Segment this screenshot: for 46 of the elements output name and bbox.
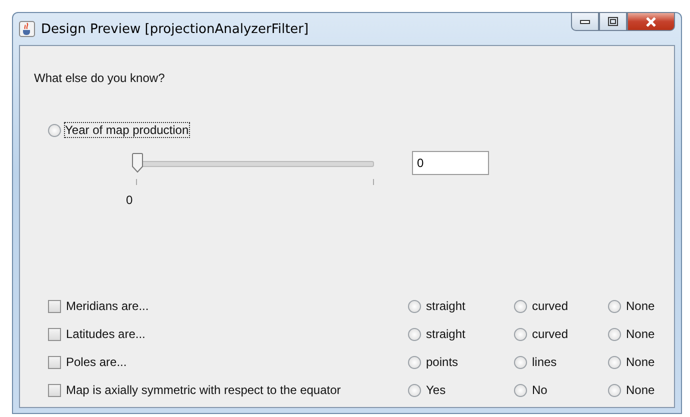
checkbox-label[interactable]: Map is axially symmetric with respect to the equator — [66, 383, 341, 397]
radio-label[interactable]: straight — [426, 327, 466, 341]
close-icon — [645, 16, 657, 26]
radio-button[interactable] — [514, 328, 527, 340]
radio-button[interactable] — [608, 384, 621, 396]
year-field[interactable]: 0 — [412, 151, 489, 175]
tick-label: 0 — [126, 193, 133, 207]
radio-button[interactable] — [408, 300, 421, 312]
question-text: What else do you know? — [34, 71, 165, 85]
checkbox[interactable] — [48, 328, 61, 340]
slider-thumb[interactable] — [132, 153, 143, 173]
radio-label[interactable]: None — [626, 383, 655, 397]
cup-icon — [19, 21, 35, 37]
maximize-button[interactable] — [599, 12, 627, 31]
radio-label[interactable]: curved — [532, 299, 568, 313]
radio-label[interactable]: None — [626, 355, 655, 369]
radio-button[interactable] — [48, 124, 61, 136]
minimize-icon — [580, 20, 590, 24]
radio-label[interactable]: lines — [532, 355, 557, 369]
maximize-icon — [608, 17, 618, 26]
checkbox-label[interactable]: Poles are... — [66, 355, 127, 369]
radio-label[interactable]: curved — [532, 327, 568, 341]
checkbox-label[interactable]: Latitudes are... — [66, 327, 146, 341]
checkbox[interactable] — [48, 384, 61, 396]
radio-button[interactable] — [608, 356, 621, 368]
radio-button[interactable] — [608, 328, 621, 340]
radio-label[interactable]: Year of map production — [65, 123, 189, 137]
checkbox[interactable] — [48, 356, 61, 368]
radio-button[interactable] — [514, 300, 527, 312]
window-title: Design Preview [projectionAnalyzerFilter] — [41, 22, 309, 36]
checkbox[interactable] — [48, 300, 61, 312]
radio-button[interactable] — [514, 356, 527, 368]
radio-button[interactable] — [608, 300, 621, 312]
radio-label[interactable]: Yes — [426, 383, 446, 397]
radio-label[interactable]: No — [532, 383, 548, 397]
radio-button[interactable] — [408, 384, 421, 396]
radio-button[interactable] — [514, 384, 527, 396]
radio-label[interactable]: points — [426, 355, 458, 369]
minimize-button[interactable] — [571, 12, 599, 31]
radio-label[interactable]: straight — [426, 299, 466, 313]
radio-button[interactable] — [408, 328, 421, 340]
close-button[interactable] — [627, 12, 675, 31]
radio-label[interactable]: None — [626, 327, 655, 341]
radio-label[interactable]: None — [626, 299, 655, 313]
radio-button[interactable] — [408, 356, 421, 368]
checkbox-label[interactable]: Meridians are... — [66, 299, 149, 313]
